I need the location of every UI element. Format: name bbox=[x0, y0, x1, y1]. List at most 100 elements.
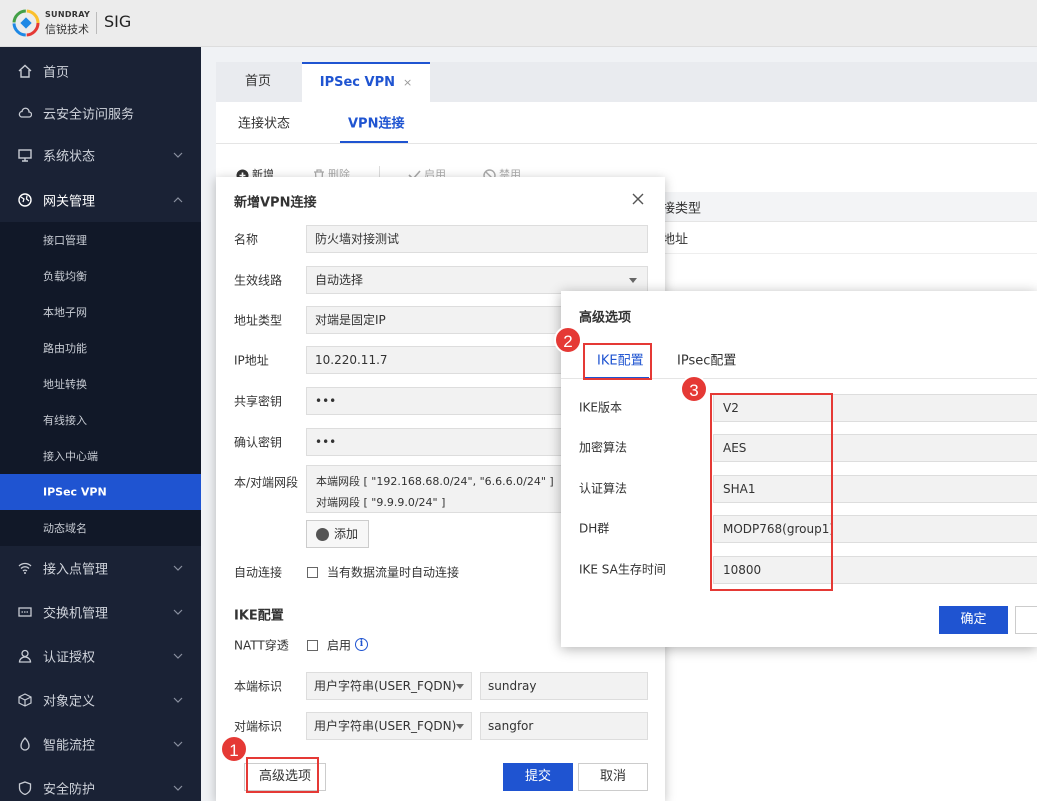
ike-version-label: IKE版本 bbox=[579, 400, 622, 415]
ike-section-title: IKE配置 bbox=[234, 608, 284, 624]
logo-divider bbox=[96, 12, 97, 34]
sidebar-subitem-interface[interactable]: 接口管理 bbox=[0, 222, 201, 258]
tab-ipsec-vpn[interactable]: IPSec VPN × bbox=[302, 62, 430, 102]
sidebar-subitem-label: 接口管理 bbox=[43, 234, 87, 247]
table-row[interactable]: 地址 bbox=[656, 222, 1037, 254]
auto-connect-text: 当有数据流量时自动连接 bbox=[327, 565, 460, 580]
sidebar-subitem-wired[interactable]: 有线接入 bbox=[0, 402, 201, 438]
sidebar-subitem-routing[interactable]: 路由功能 bbox=[0, 330, 201, 366]
cancel-button-partial[interactable] bbox=[1015, 606, 1037, 634]
sidebar-item-switch[interactable]: 交换机管理 bbox=[0, 590, 201, 634]
dialog-title: 新增VPN连接 bbox=[234, 195, 317, 211]
sidebar-subitem-label: 负载均衡 bbox=[43, 270, 87, 283]
dropdown-arrow-icon bbox=[456, 724, 464, 729]
sidebar-item-ap[interactable]: 接入点管理 bbox=[0, 546, 201, 590]
dropdown-arrow-icon bbox=[456, 684, 464, 689]
sidebar-item-label: 智能流控 bbox=[43, 738, 96, 754]
network-label: 本/对端网段 bbox=[234, 475, 299, 490]
sidebar-subitem-load-balance[interactable]: 负载均衡 bbox=[0, 258, 201, 294]
brand-name-en: SUNDRAY bbox=[45, 10, 91, 19]
annotation-badge-3: 3 bbox=[680, 375, 708, 403]
user-icon bbox=[18, 649, 32, 663]
line-value: 自动选择 bbox=[315, 273, 364, 287]
chevron-down-icon bbox=[173, 741, 183, 747]
sidebar-item-label: 交换机管理 bbox=[43, 606, 109, 622]
sidebar-item-home[interactable]: 首页 bbox=[0, 49, 201, 93]
sidebar-item-label: 接入点管理 bbox=[43, 562, 109, 578]
sidebar-item-label: 系统状态 bbox=[43, 149, 96, 165]
sidebar-item-label: 对象定义 bbox=[43, 694, 96, 710]
flow-icon bbox=[20, 737, 30, 751]
sidebar: 首页 云安全访问服务 系统状态 网关管理 接口管理 负载均衡 本地子网 路由功能… bbox=[0, 47, 201, 801]
monitor-icon bbox=[18, 149, 32, 162]
local-id-type-select[interactable]: 用户字符串(USER_FQDN) bbox=[306, 672, 472, 700]
column-header-type: 接类型 bbox=[662, 201, 702, 216]
sidebar-subitem-ddns[interactable]: 动态域名 bbox=[0, 510, 201, 546]
peer-id-type-select[interactable]: 用户字符串(USER_FQDN) bbox=[306, 712, 472, 740]
table-cell: 地址 bbox=[662, 232, 689, 247]
annotation-box-ike-tab bbox=[583, 343, 652, 380]
dh-group-label: DH群 bbox=[579, 521, 610, 536]
auto-connect-label: 自动连接 bbox=[234, 565, 283, 580]
sidebar-subitem-access-center[interactable]: 接入中心端 bbox=[0, 438, 201, 474]
add-network-label: 添加 bbox=[334, 527, 359, 541]
sidebar-subitem-ipsec-vpn[interactable]: IPSec VPN bbox=[0, 474, 201, 510]
local-id-field[interactable]: sundray bbox=[480, 672, 648, 700]
chevron-down-icon bbox=[173, 653, 183, 659]
tab-home[interactable]: 首页 bbox=[216, 62, 300, 102]
chevron-up-icon bbox=[173, 197, 183, 203]
close-icon[interactable]: × bbox=[403, 76, 412, 89]
chevron-down-icon bbox=[173, 565, 183, 571]
info-icon[interactable]: i bbox=[355, 638, 368, 651]
cube-icon bbox=[18, 693, 32, 707]
plus-circle-icon bbox=[316, 528, 329, 541]
annotation-badge-1: 1 bbox=[220, 735, 248, 763]
subtab-vpn-connection[interactable]: VPN连接 bbox=[348, 113, 404, 132]
peer-id-type: 用户字符串(USER_FQDN) bbox=[314, 719, 457, 733]
add-network-button[interactable]: 添加 bbox=[306, 520, 369, 548]
page-tab-bar: 首页 IPSec VPN × bbox=[216, 62, 1037, 102]
chevron-down-icon bbox=[173, 152, 183, 158]
subtab-connection-status[interactable]: 连接状态 bbox=[238, 113, 290, 132]
sidebar-item-system-status[interactable]: 系统状态 bbox=[0, 133, 201, 177]
peer-network: 对端网段 [ "9.9.9.0/24" ] bbox=[316, 496, 446, 509]
sidebar-subitem-label: 动态域名 bbox=[43, 522, 87, 535]
sidebar-item-label: 网关管理 bbox=[43, 194, 96, 210]
annotation-box-ike-params bbox=[710, 393, 833, 591]
sidebar-item-cloud-access[interactable]: 云安全访问服务 bbox=[0, 91, 201, 135]
sidebar-subitem-nat[interactable]: 地址转换 bbox=[0, 366, 201, 402]
natt-checkbox[interactable] bbox=[307, 640, 318, 651]
sidebar-item-objects[interactable]: 对象定义 bbox=[0, 678, 201, 722]
sidebar-item-label: 云安全访问服务 bbox=[43, 107, 135, 123]
sidebar-item-security[interactable]: 安全防护 bbox=[0, 766, 201, 801]
product-name: SIG bbox=[104, 12, 132, 31]
sidebar-subitem-label: 路由功能 bbox=[43, 342, 87, 355]
sidebar-item-flow-control[interactable]: 智能流控 bbox=[0, 722, 201, 766]
sundray-logo-icon bbox=[12, 9, 40, 37]
vpn-table: 接类型 地址 bbox=[656, 192, 1037, 254]
chevron-down-icon bbox=[173, 609, 183, 615]
sidebar-item-label: 首页 bbox=[43, 65, 70, 81]
submit-button[interactable]: 提交 bbox=[503, 763, 573, 791]
auto-connect-checkbox[interactable] bbox=[307, 567, 318, 578]
annotation-box-advanced bbox=[246, 757, 319, 793]
sidebar-subitem-label: 地址转换 bbox=[43, 378, 87, 391]
peer-id-field[interactable]: sangfor bbox=[480, 712, 648, 740]
cancel-button[interactable]: 取消 bbox=[578, 763, 648, 791]
sidebar-item-auth[interactable]: 认证授权 bbox=[0, 634, 201, 678]
tab-ipsec-config[interactable]: IPsec配置 bbox=[677, 350, 736, 369]
addr-type-label: 地址类型 bbox=[234, 313, 283, 328]
name-label: 名称 bbox=[234, 232, 259, 247]
line-select[interactable]: 自动选择 bbox=[306, 266, 648, 294]
chevron-down-icon bbox=[173, 785, 183, 791]
local-id-type: 用户字符串(USER_FQDN) bbox=[314, 679, 457, 693]
sidebar-item-label: 安全防护 bbox=[43, 782, 96, 798]
chevron-down-icon bbox=[173, 697, 183, 703]
sidebar-subitem-local-subnet[interactable]: 本地子网 bbox=[0, 294, 201, 330]
close-icon[interactable] bbox=[632, 193, 644, 205]
sidebar-item-gateway[interactable]: 网关管理 bbox=[0, 178, 201, 222]
sidebar-subitem-label: 本地子网 bbox=[43, 306, 87, 319]
ok-button[interactable]: 确定 bbox=[939, 606, 1008, 634]
switch-icon bbox=[18, 607, 32, 617]
name-field[interactable]: 防火墙对接测试 bbox=[306, 225, 648, 253]
